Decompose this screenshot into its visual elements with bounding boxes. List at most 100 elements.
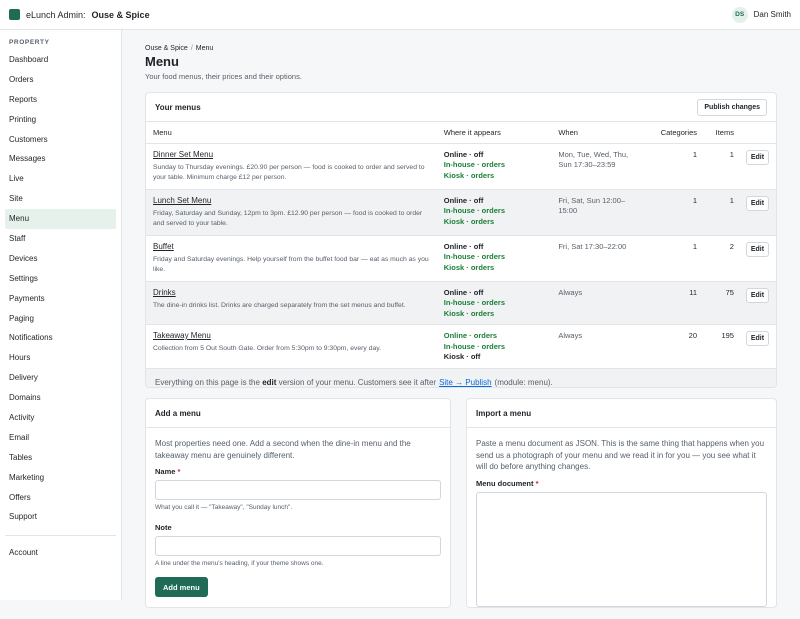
items-count: 75 (704, 281, 741, 325)
menu-schedule: Fri, Sat, Sun 12:00–15:00 (558, 195, 626, 216)
user-name: Dan Smith (753, 10, 791, 19)
sidebar-item-messages[interactable]: Messages (0, 149, 121, 169)
menu-name-link[interactable]: Dinner Set Menu (153, 150, 430, 159)
menus-card-footer: Everything on this page is the edit vers… (146, 368, 776, 387)
table-row: Lunch Set Menu Friday, Saturday and Sunda… (146, 189, 776, 236)
column-header-where: Where it appears (436, 122, 552, 144)
add-menu-button[interactable]: Add menu (155, 577, 208, 597)
channel-status: In-house · orders (443, 206, 505, 215)
where-cell: Online · off In-house · orders Kiosk · ord… (436, 281, 552, 325)
sidebar-item-menu[interactable]: Menu (5, 209, 116, 230)
where-cell: Online · orders In-house · orders Kiosk · … (436, 324, 552, 369)
menu-name-link[interactable]: Lunch Set Menu (153, 196, 430, 205)
categories-count: 11 (642, 281, 704, 325)
sidebar-item-paging[interactable]: Paging (0, 309, 121, 329)
sidebar-item-delivery[interactable]: Delivery (0, 368, 121, 388)
actions-cell: Edit (740, 235, 776, 282)
menu-document-textarea[interactable] (476, 491, 767, 607)
column-header-items: Items (704, 122, 741, 144)
channel-status: In-house · orders (443, 298, 505, 307)
when-cell: Always (551, 324, 643, 369)
sidebar-item-payments[interactable]: Payments (0, 289, 121, 309)
page-title: Menu (145, 54, 179, 69)
edit-menu-button[interactable]: Edit (745, 241, 769, 257)
channel-status: Online · off (443, 149, 484, 159)
menu-description: Sunday to Thursday evenings. £20.90 per … (153, 163, 425, 182)
import-menu-card-header: Import a menu (467, 399, 776, 428)
menu-cell: Drinks The dine-in drinks list. Drinks ar… (146, 281, 437, 325)
sidebar-item-live[interactable]: Live (0, 169, 121, 189)
sidebar-item-domains[interactable]: Domains (0, 388, 121, 408)
publish-changes-button[interactable]: Publish changes (697, 98, 767, 116)
top-bar: eLunch Admin: Ouse & Spice DS Dan Smith (0, 0, 800, 30)
column-header-actions (740, 122, 776, 144)
user-menu[interactable]: DS Dan Smith (731, 6, 791, 23)
main-content: Ouse & Spice / Menu Menu Your food menus, … (122, 30, 800, 608)
sidebar-item-staff[interactable]: Staff (0, 229, 121, 249)
items-count: 1 (704, 143, 741, 190)
edit-menu-button[interactable]: Edit (745, 331, 769, 346)
actions-cell: Edit (740, 281, 776, 325)
menu-note-input[interactable] (155, 536, 441, 556)
sidebar-item-support[interactable]: Support (0, 507, 121, 527)
sidebar-item-printing[interactable]: Printing (0, 110, 121, 130)
breadcrumb-link-venue[interactable]: Ouse & Spice (145, 45, 188, 52)
sidebar-item-email[interactable]: Email (0, 428, 121, 448)
column-header-when: When (551, 122, 643, 144)
menu-schedule: Always (558, 287, 583, 297)
channel-status: In-house · orders (443, 341, 505, 351)
when-cell: Mon, Tue, Wed, Thu, Sun 17:30–23:59 (551, 143, 643, 190)
add-menu-intro: Most properties need one. Add a second w… (155, 439, 411, 460)
menu-description: Friday and Saturday evenings. Help yours… (153, 255, 429, 274)
menu-description: Friday, Saturday and Sunday, 12pm to 3pm… (153, 209, 423, 228)
sidebar-item-notifications[interactable]: Notifications (0, 328, 121, 348)
items-count: 195 (704, 324, 741, 369)
edit-menu-button[interactable]: Edit (745, 195, 769, 211)
menu-schedule: Always (558, 331, 583, 340)
menu-schedule: Mon, Tue, Wed, Thu, Sun 17:30–23:59 (558, 149, 629, 170)
sidebar-item-dashboard[interactable]: Dashboard (0, 50, 121, 70)
table-row: Takeaway Menu Collection from 5 Out South… (146, 324, 776, 369)
site-publish-link[interactable]: Site → Publish (439, 378, 491, 387)
channel-status: In-house · orders (443, 160, 505, 169)
app-name: eLunch Admin: (26, 9, 86, 20)
table-row: Dinner Set Menu Sunday to Thursday evenin… (146, 143, 776, 190)
add-menu-title: Add a menu (155, 408, 201, 418)
menu-name-link[interactable]: Takeaway Menu (153, 331, 430, 340)
actions-cell: Edit (740, 143, 776, 190)
sidebar-item-customers[interactable]: Customers (0, 130, 121, 150)
channel-status: Online · off (443, 287, 484, 297)
sidebar-item-orders[interactable]: Orders (0, 70, 121, 90)
sidebar-item-marketing[interactable]: Marketing (0, 468, 121, 488)
footer-text-strong: edit (262, 377, 277, 387)
breadcrumb: Ouse & Spice / Menu (145, 45, 213, 52)
venue-name: Ouse & Spice (91, 9, 150, 20)
sidebar-item-activity[interactable]: Activity (0, 408, 121, 428)
channel-status: Kiosk · orders (443, 308, 495, 318)
sidebar-item-reports[interactable]: Reports (0, 90, 121, 110)
menu-name-input[interactable] (155, 480, 441, 500)
app-logo-icon (9, 9, 20, 20)
sidebar-item-settings[interactable]: Settings (0, 269, 121, 289)
add-menu-card: Add a menu Most properties need one. Add… (145, 398, 451, 608)
column-header-categories: Categories (642, 122, 704, 144)
edit-menu-button[interactable]: Edit (745, 287, 769, 303)
import-menu-title: Import a menu (476, 408, 532, 418)
sidebar-item-tables[interactable]: Tables (0, 448, 121, 468)
where-cell: Online · off In-house · orders Kiosk · ord… (436, 235, 552, 282)
channel-status: Online · orders (443, 331, 498, 340)
breadcrumb-current: Menu (195, 45, 214, 52)
menu-name-link[interactable]: Drinks (153, 288, 430, 297)
footer-text-middle: version of your menu. Customers see it a… (278, 377, 437, 387)
sidebar-item-account[interactable]: Account (0, 543, 121, 563)
sidebar-item-offers[interactable]: Offers (0, 488, 121, 508)
name-field-label: Name * (155, 467, 441, 476)
sidebar-item-site[interactable]: Site (0, 189, 121, 209)
sidebar-item-hours[interactable]: Hours (0, 348, 121, 368)
edit-menu-button[interactable]: Edit (745, 149, 769, 165)
actions-cell: Edit (740, 189, 776, 236)
footer-text-suffix: (module: menu). (494, 377, 553, 387)
sidebar-item-devices[interactable]: Devices (0, 249, 121, 269)
table-header-row: Menu Where it appears When Categories It… (146, 122, 776, 144)
menu-name-link[interactable]: Buffet (153, 242, 430, 251)
